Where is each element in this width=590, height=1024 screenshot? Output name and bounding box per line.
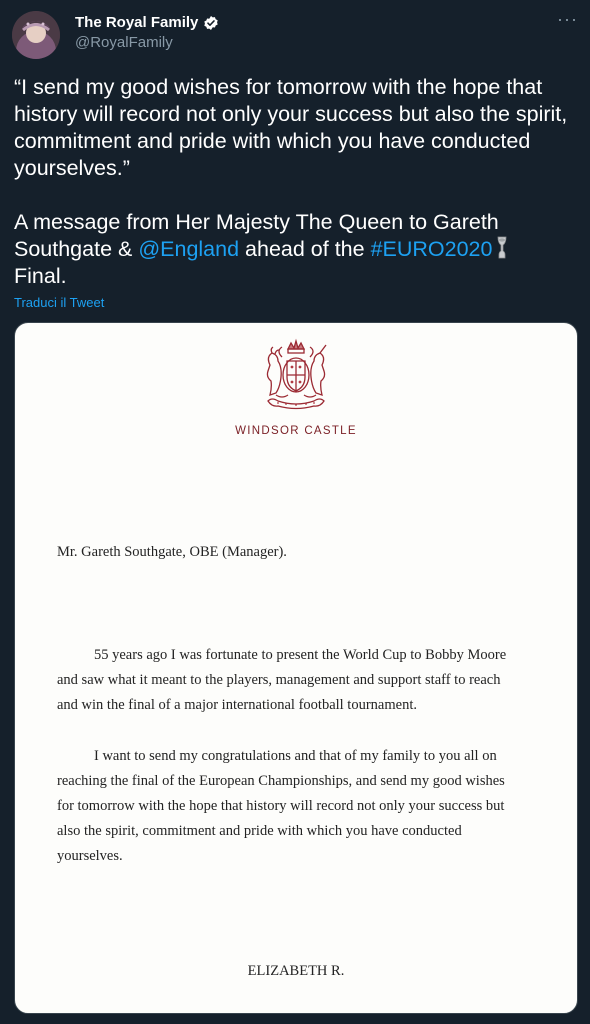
letterhead-title: WINDSOR CASTLE [235, 425, 357, 437]
letter-line: for tomorrow with the hope that history … [57, 798, 505, 814]
letter-line: yourselves. [57, 848, 123, 864]
england-mention-link[interactable]: @England [138, 237, 239, 261]
author-name-row: The Royal Family [75, 14, 219, 31]
letter-line: I want to send my congratulations and th… [94, 748, 497, 764]
letter-line: and saw what it meant to the players, ma… [57, 672, 501, 688]
tweet-message-part3: Final. [14, 264, 67, 288]
royal-coat-of-arms-icon [266, 338, 327, 410]
letter-line: and win the final of a major internation… [57, 697, 417, 713]
tweet-quote: “I send my good wishes for tomorrow with… [14, 75, 568, 180]
euro2020-hashtag-link[interactable]: #EURO2020 [371, 237, 493, 261]
letter-line: 55 years ago I was fortunate to present … [94, 647, 507, 663]
profile-avatar[interactable] [12, 11, 60, 59]
letter-paragraph-1: 55 years ago I was fortunate to present … [57, 643, 557, 718]
more-options-icon[interactable]: ··· [557, 10, 578, 28]
tweet-message: A message from Her Majesty The Queen to … [14, 209, 579, 290]
translate-tweet-link[interactable]: Traduci il Tweet [14, 295, 104, 310]
author-handle[interactable]: @RoyalFamily [75, 34, 173, 51]
letter-line: also the spirit, commitment and pride wi… [57, 823, 462, 839]
letter-paragraph-2: I want to send my congratulations and th… [57, 744, 557, 869]
letter-signature: ELIZABETH R. [247, 963, 345, 979]
letter-salutation: Mr. Gareth Southgate, OBE (Manager). [57, 544, 287, 560]
tweet: The Royal Family @RoyalFamily ··· “I sen… [0, 0, 590, 1024]
tweet-message-part2: ahead of the [239, 237, 371, 261]
tweet-text: “I send my good wishes for tomorrow with… [14, 74, 579, 290]
letter-line: reaching the final of the European Champ… [57, 773, 505, 789]
author-display-name[interactable]: The Royal Family [75, 14, 198, 31]
verified-badge-icon [204, 15, 219, 30]
letter-image[interactable]: WINDSOR CASTLE Mr. Gareth Southgate, OBE… [14, 322, 578, 1014]
trophy-icon [498, 236, 507, 259]
tweet-header: The Royal Family @RoyalFamily ··· [0, 0, 590, 70]
